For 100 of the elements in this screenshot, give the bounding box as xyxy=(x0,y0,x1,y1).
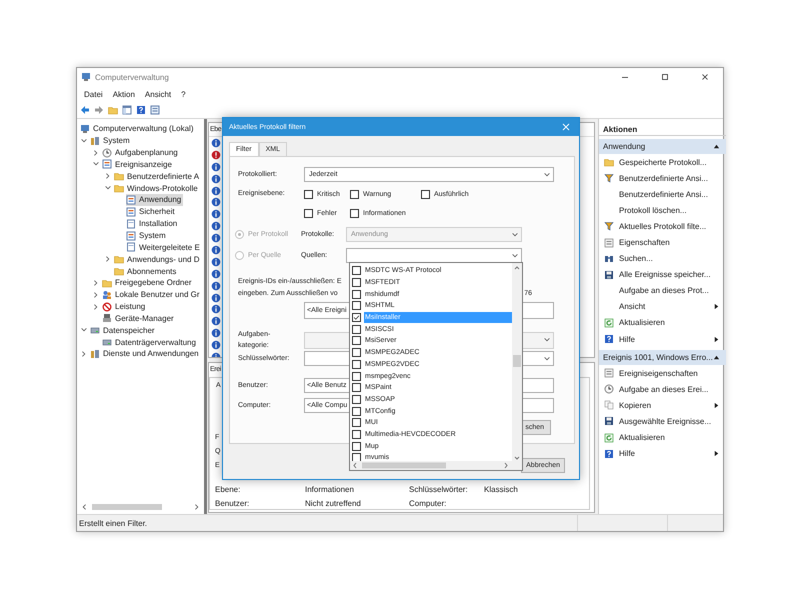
tree-item[interactable]: Abonnements xyxy=(114,265,178,277)
submenu-arrow-icon[interactable] xyxy=(712,402,720,409)
binoculars-icon xyxy=(604,254,614,264)
tree-item[interactable]: Windows-Protokolle xyxy=(114,182,200,194)
checkbox[interactable] xyxy=(352,290,361,299)
tree-item[interactable]: Geräte-Manager xyxy=(102,312,176,324)
tools-icon xyxy=(90,136,100,146)
tree-item[interactable]: Datenträgerverwaltung xyxy=(102,336,198,348)
action-item[interactable]: Ausgewählte Ereignisse... xyxy=(599,413,726,430)
collapse-icon[interactable] xyxy=(712,143,720,150)
chevron-right-icon[interactable] xyxy=(104,172,112,180)
menu-item[interactable]: ? xyxy=(176,90,191,98)
tree-item[interactable]: Anwendungs- und D xyxy=(114,253,202,265)
action-item[interactable]: Protokoll löschen... xyxy=(599,202,726,218)
action-item[interactable]: Aktualisieren xyxy=(599,314,726,332)
info-icon xyxy=(211,292,221,303)
tree-item[interactable]: Weitergeleitete E xyxy=(126,242,202,254)
chevron-right-icon[interactable] xyxy=(92,302,100,311)
device-icon xyxy=(102,313,112,324)
checkbox[interactable] xyxy=(350,209,359,218)
maximize-icon[interactable] xyxy=(660,72,670,82)
action-item[interactable]: Ansicht xyxy=(599,298,726,315)
checkbox[interactable] xyxy=(352,336,361,346)
properties-icon[interactable] xyxy=(150,105,160,115)
tree-item[interactable]: Computerverwaltung (Lokal) xyxy=(80,123,196,135)
save-icon xyxy=(604,270,614,280)
action-item[interactable]: Ereigniseigenschaften xyxy=(599,365,726,382)
checkbox[interactable] xyxy=(352,418,361,428)
submenu-arrow-icon[interactable] xyxy=(712,336,720,343)
checkbox[interactable] xyxy=(352,372,361,381)
info-icon xyxy=(211,244,221,255)
checkbox[interactable] xyxy=(352,301,361,310)
tree-item[interactable]: Anwendung xyxy=(126,194,184,206)
tree-item[interactable]: Dienste und Anwendungen xyxy=(90,348,201,360)
tree-item[interactable]: Benutzerdefinierte A xyxy=(114,170,202,182)
tree-item[interactable]: Sicherheit xyxy=(126,206,177,218)
action-item[interactable]: Hilfe xyxy=(599,331,726,348)
log-icon xyxy=(102,159,112,170)
checkbox[interactable] xyxy=(304,209,313,218)
tree-item[interactable]: Datenspeicher xyxy=(90,324,157,336)
help-icon xyxy=(604,334,614,344)
log-icon xyxy=(126,218,136,229)
checkbox[interactable] xyxy=(350,190,359,199)
field-value: Nicht zutreffend xyxy=(305,499,362,508)
action-item[interactable]: Eigenschaften xyxy=(599,234,726,251)
chevron-right-icon[interactable] xyxy=(92,290,100,299)
scrollbar-thumb[interactable] xyxy=(92,504,162,510)
log-icon xyxy=(126,194,136,205)
checkbox[interactable] xyxy=(352,394,361,404)
chevron-right-icon[interactable] xyxy=(92,148,100,157)
menu-item[interactable]: Ansicht xyxy=(140,90,176,98)
action-item[interactable]: Aufgabe an dieses Prot... xyxy=(599,282,726,299)
forward-icon[interactable] xyxy=(94,105,104,115)
chevron-right-icon[interactable] xyxy=(104,255,112,264)
log-icon xyxy=(126,206,136,217)
action-item[interactable]: Kopieren xyxy=(599,397,726,414)
tree-item[interactable]: Freigegebene Ordner xyxy=(102,277,194,289)
submenu-arrow-icon[interactable] xyxy=(712,303,720,310)
tree-item[interactable]: System xyxy=(126,230,168,242)
scroll-left-icon[interactable] xyxy=(80,503,88,511)
menu-item[interactable]: Aktion xyxy=(108,90,140,98)
tree-item[interactable]: Ereignisanzeige xyxy=(102,158,174,170)
checkbox[interactable] xyxy=(352,266,361,276)
collapse-icon[interactable] xyxy=(712,354,720,362)
action-item[interactable]: Gespeicherte Protokoll... xyxy=(599,154,726,170)
tree-item[interactable]: Aufgabenplanung xyxy=(102,146,180,158)
chevron-right-icon[interactable] xyxy=(92,278,100,287)
action-item[interactable]: Benutzerdefinierte Ansi... xyxy=(599,186,726,202)
folder-icon xyxy=(114,183,124,194)
tree-item[interactable]: Leistung xyxy=(102,300,148,312)
action-item[interactable]: Aktualisieren xyxy=(599,430,726,446)
scroll-right-icon[interactable] xyxy=(193,503,201,511)
checkbox[interactable] xyxy=(421,190,430,199)
tree-item[interactable]: System xyxy=(90,135,132,147)
chevron-down-icon[interactable] xyxy=(80,136,88,145)
action-item[interactable]: Aktuelles Protokoll filte... xyxy=(599,218,726,234)
submenu-arrow-icon[interactable] xyxy=(712,450,720,458)
checkbox[interactable] xyxy=(304,190,313,199)
action-item[interactable]: Hilfe xyxy=(599,446,726,462)
checkbox[interactable] xyxy=(352,442,361,451)
chevron-right-icon[interactable] xyxy=(80,350,88,358)
tree-item[interactable]: Lokale Benutzer und Gr xyxy=(102,288,202,300)
menu-item[interactable]: Datei xyxy=(79,90,108,98)
action-item[interactable]: Aufgabe an dieses Erei... xyxy=(599,381,726,398)
action-item[interactable]: Benutzerdefinierte Ansi... xyxy=(599,170,726,186)
folder-icon xyxy=(114,266,124,276)
checkbox[interactable] xyxy=(352,430,361,439)
back-icon[interactable] xyxy=(80,105,90,115)
checkbox[interactable] xyxy=(352,383,361,392)
checkbox[interactable] xyxy=(352,406,361,416)
action-item[interactable]: Alle Ereignisse speicher... xyxy=(599,266,726,283)
action-item[interactable]: Suchen... xyxy=(599,250,726,267)
checkbox[interactable] xyxy=(352,278,361,288)
console-tree-icon[interactable] xyxy=(122,105,132,115)
checkbox[interactable] xyxy=(352,360,361,369)
close-icon[interactable] xyxy=(700,72,710,82)
tree-item[interactable]: Installation xyxy=(126,218,180,230)
checkbox[interactable] xyxy=(352,348,361,358)
checkbox[interactable] xyxy=(352,324,361,334)
checkbox[interactable] xyxy=(352,313,361,322)
